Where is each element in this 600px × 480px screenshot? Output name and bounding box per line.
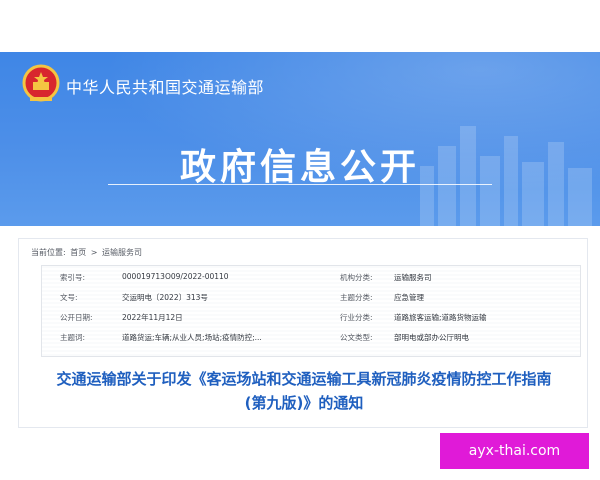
info-row: 公开日期: 2022年11月12日 行业分类: 道路旅客运输;道路货物运输 (42, 306, 582, 324)
breadcrumb-separator: > (90, 248, 98, 257)
breadcrumb-current[interactable]: 运输服务司 (102, 248, 142, 257)
info-key: 机构分类: (340, 273, 373, 282)
national-emblem-icon (22, 64, 60, 102)
watermark-label: ayx-thai.com (440, 433, 589, 469)
info-key: 公文类型: (340, 333, 373, 342)
document-info-table: 索引号: 000019713O09/2022-00110 机构分类: 运输服务司… (41, 265, 581, 357)
info-value: 部明电或部办公厅明电 (394, 333, 469, 342)
info-key: 主题分类: (340, 293, 373, 302)
info-key: 文号: (60, 293, 78, 302)
org-name[interactable]: 中华人民共和国交通运输部 (66, 74, 264, 98)
document-title: 交通运输部关于印发《客运场站和交通运输工具新冠肺炎疫情防控工作指南 (第九版)》… (19, 367, 589, 415)
document-title-line2: (第九版)》的通知 (244, 394, 364, 412)
info-value: 道路旅客运输;道路货物运输 (394, 313, 487, 322)
info-key: 行业分类: (340, 313, 373, 322)
page-title: 政府信息公开 (179, 147, 420, 188)
info-value: 运输服务司 (394, 273, 432, 282)
info-row: 索引号: 000019713O09/2022-00110 机构分类: 运输服务司 (42, 266, 582, 284)
info-key: 公开日期: (60, 313, 93, 322)
breadcrumb-prefix: 当前位置: (31, 248, 66, 257)
document-title-line1: 交通运输部关于印发《客运场站和交通运输工具新冠肺炎疫情防控工作指南 (56, 370, 552, 388)
info-key: 主题词: (60, 333, 86, 342)
title-underline (108, 184, 492, 185)
info-key: 索引号: (60, 273, 86, 282)
breadcrumb: 当前位置: 首页 > 运输服务司 (31, 247, 144, 258)
content-panel: 当前位置: 首页 > 运输服务司 索引号: 000019713O09/2022-… (18, 238, 588, 428)
info-value: 道路货运;车辆;从业人员;场站;疫情防控;... (122, 333, 262, 342)
breadcrumb-home[interactable]: 首页 (70, 248, 86, 257)
info-row: 主题词: 道路货运;车辆;从业人员;场站;疫情防控;... 公文类型: 部明电或… (42, 326, 582, 344)
info-row: 文号: 交运明电〔2022〕313号 主题分类: 应急管理 (42, 286, 582, 304)
header-banner: 中华人民共和国交通运输部 政府信息公开 (0, 52, 600, 226)
info-value: 000019713O09/2022-00110 (122, 272, 229, 281)
info-value: 交运明电〔2022〕313号 (122, 293, 208, 302)
info-value: 2022年11月12日 (122, 313, 183, 322)
info-value: 应急管理 (394, 293, 424, 302)
